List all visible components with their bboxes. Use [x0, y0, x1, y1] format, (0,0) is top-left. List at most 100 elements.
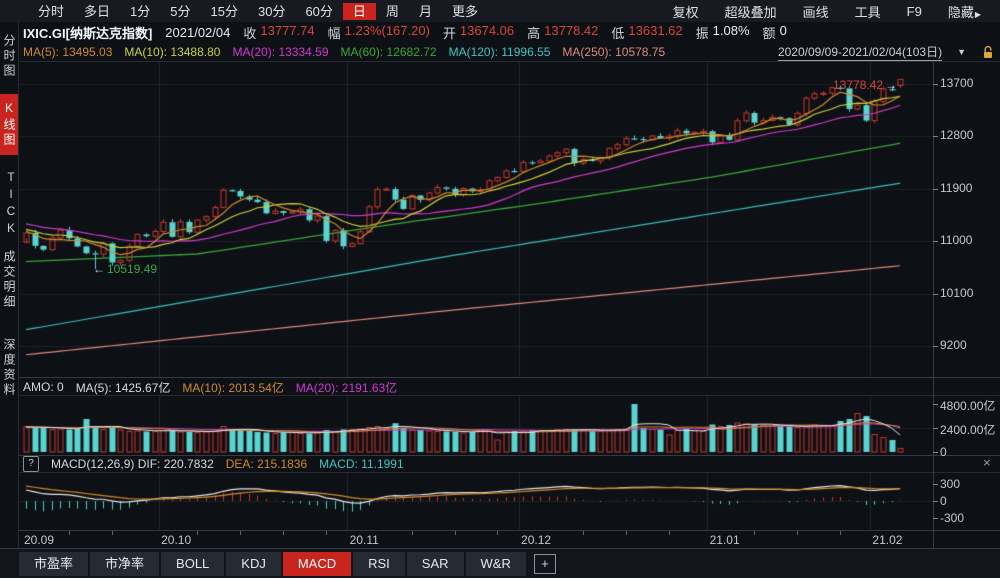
- period-tab-5分[interactable]: 5分: [160, 3, 200, 20]
- close-pane-icon[interactable]: ×: [983, 455, 991, 470]
- price-axis-label: 10100: [940, 286, 973, 300]
- volume-axis-tick: [933, 452, 938, 453]
- period-tab-多日[interactable]: 多日: [74, 3, 120, 20]
- field-value: 1.08%: [713, 23, 750, 42]
- high-point-value: 13778.42: [833, 78, 883, 92]
- menu-item-超级叠加[interactable]: 超级叠加: [712, 1, 790, 22]
- ma-legend-item: MA(120): 11996.55: [449, 45, 551, 59]
- menu-item-F9[interactable]: F9: [894, 3, 935, 20]
- x-axis-label-20.11: 20.11: [350, 533, 379, 547]
- x-axis-tick: [240, 531, 241, 535]
- low-point-annotation: ← 10519.49: [93, 262, 157, 276]
- x-axis-tick: [840, 531, 841, 535]
- indicator-tab-MACD[interactable]: MACD: [283, 552, 351, 576]
- sidebar-item-TICK[interactable]: TICK: [0, 170, 18, 238]
- field-label: 幅: [328, 23, 341, 42]
- volume-axis-label: 4800.00亿: [940, 397, 995, 414]
- field-label: 额: [763, 23, 776, 42]
- field-value: 13777.74: [260, 23, 314, 42]
- price-axis-label: 13700: [940, 76, 973, 90]
- indicator-tab-bar: 市盈率市净率BOLLKDJMACDRSISARW&R +: [0, 548, 1000, 578]
- macd-axis-label: 300: [940, 477, 960, 491]
- indicator-tab-SAR[interactable]: SAR: [407, 552, 464, 576]
- menu-item-复权[interactable]: 复权: [660, 1, 712, 22]
- ma-legend-bar: MA(5): 13495.03MA(10): 13488.80MA(20): 1…: [18, 42, 1000, 62]
- x-axis-label-21.01: 21.01: [710, 533, 740, 547]
- chevron-down-icon[interactable]: ▼: [957, 47, 966, 57]
- quote-field-振: 振1.08%: [696, 23, 750, 42]
- field-value: 1.23%(167.20): [345, 23, 430, 42]
- x-axis-tick: [197, 531, 198, 535]
- indicator-tab-市盈率[interactable]: 市盈率: [19, 552, 88, 576]
- period-tab-日[interactable]: 日: [343, 3, 376, 20]
- price-axis-tick: [933, 136, 938, 137]
- menu-item-画线[interactable]: 画线: [790, 1, 842, 22]
- macd-axis-tick: [933, 484, 938, 485]
- indicator-tab-BOLL[interactable]: BOLL: [161, 552, 224, 576]
- field-value: 0: [780, 23, 787, 42]
- quote-field-低: 低13631.62: [611, 23, 682, 42]
- period-tab-1分[interactable]: 1分: [120, 3, 160, 20]
- macd-axis-tick: [933, 501, 938, 502]
- menu-item-工具[interactable]: 工具: [842, 1, 894, 22]
- quote-field-收: 收13777.74: [243, 23, 314, 42]
- amo-legend-item: MA(5): 1425.67亿: [76, 379, 171, 396]
- field-value: 13674.06: [460, 23, 514, 42]
- divider: [18, 61, 1000, 62]
- macd-legend-item: DEA: 215.1836: [226, 457, 307, 471]
- amo-legend-item: AMO: 0: [23, 380, 64, 394]
- menu-item-隐藏[interactable]: 隐藏▶: [935, 1, 994, 22]
- ma-legend-item: MA(250): 10578.75: [562, 45, 665, 59]
- ma-legend-items: MA(5): 13495.03MA(10): 13488.80MA(20): 1…: [23, 45, 665, 59]
- period-toolbar: 分时多日1分5分15分30分60分日周月更多 复权超级叠加画线工具F9隐藏▶: [0, 0, 1000, 22]
- help-icon[interactable]: ?: [23, 456, 39, 472]
- x-axis-label-20.10: 20.10: [161, 533, 191, 547]
- x-axis-label-20.09: 20.09: [24, 533, 54, 547]
- field-label: 低: [611, 23, 624, 42]
- period-tab-15分[interactable]: 15分: [201, 3, 248, 20]
- trade-date: 2021/02/04: [165, 25, 230, 40]
- x-axis-tick: [583, 531, 584, 535]
- right-arrow-icon: →: [885, 78, 897, 92]
- quote-field-额: 额0: [763, 23, 787, 42]
- ma-legend-item: MA(20): 13334.59: [232, 45, 328, 59]
- indicator-tab-KDJ[interactable]: KDJ: [226, 552, 281, 576]
- x-axis-label-20.12: 20.12: [521, 533, 551, 547]
- sidebar-item-分时图[interactable]: 分时图: [0, 34, 18, 79]
- price-axis-tick: [933, 84, 938, 85]
- date-range-selector[interactable]: 2020/09/09-2021/02/04(103日): [778, 43, 942, 61]
- macd-chart[interactable]: [18, 473, 933, 530]
- period-tab-分时[interactable]: 分时: [28, 3, 74, 20]
- period-tab-更多[interactable]: 更多: [442, 3, 488, 20]
- stock-chart-app: 分时多日1分5分15分30分60分日周月更多 复权超级叠加画线工具F9隐藏▶ I…: [0, 0, 1000, 578]
- macd-axis-tick: [933, 518, 938, 519]
- field-value: 13778.42: [544, 23, 598, 42]
- quote-field-开: 开13674.06: [443, 23, 514, 42]
- indicator-tab-RSI[interactable]: RSI: [353, 552, 405, 576]
- price-axis-label: 11000: [940, 233, 972, 247]
- unlock-icon[interactable]: [982, 45, 994, 59]
- low-point-value: 10519.49: [107, 262, 157, 276]
- period-tab-30分[interactable]: 30分: [248, 3, 295, 20]
- add-indicator-button[interactable]: +: [534, 554, 556, 574]
- sidebar-item-K线图[interactable]: K线图: [0, 94, 18, 155]
- x-axis-tick: [497, 531, 498, 535]
- period-tab-月[interactable]: 月: [409, 3, 442, 20]
- volume-chart[interactable]: [18, 396, 933, 455]
- candlestick-chart[interactable]: [18, 62, 933, 378]
- price-axis-tick: [933, 294, 938, 295]
- indicator-tab-市净率[interactable]: 市净率: [90, 552, 159, 576]
- macd-axis-label: -300: [940, 511, 964, 525]
- indicator-tab-W&R[interactable]: W&R: [466, 552, 526, 576]
- sidebar-item-成交明细[interactable]: 成交明细: [0, 250, 18, 310]
- field-value: 13631.62: [628, 23, 682, 42]
- quote-fields: 收13777.74幅1.23%(167.20)开13674.06高13778.4…: [243, 23, 786, 42]
- period-tab-60分[interactable]: 60分: [295, 3, 342, 20]
- price-axis-tick: [933, 346, 938, 347]
- field-label: 振: [696, 23, 709, 42]
- volume-axis-tick: [933, 428, 938, 429]
- quote-info-bar: IXIC.GI[纳斯达克指数] 2021/02/04 收13777.74幅1.2…: [18, 22, 1000, 42]
- sidebar-item-深度资料[interactable]: 深度资料: [0, 338, 18, 398]
- ma-legend-item: MA(10): 13488.80: [124, 45, 220, 59]
- period-tab-周[interactable]: 周: [376, 3, 409, 20]
